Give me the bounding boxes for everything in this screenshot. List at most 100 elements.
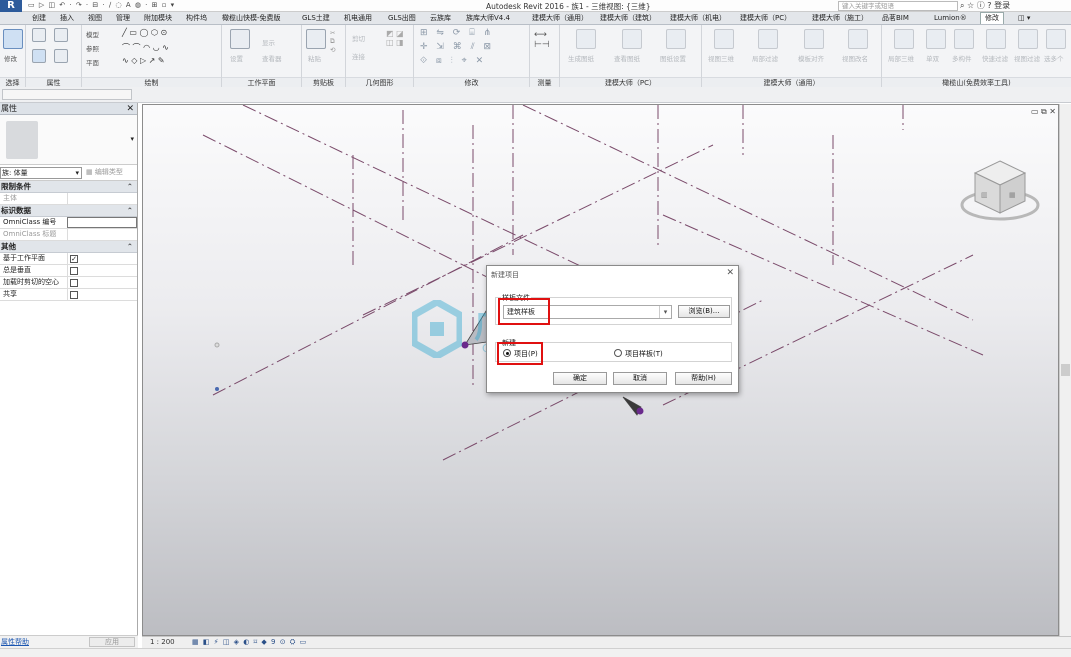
omniclass-number-field[interactable] bbox=[67, 217, 137, 228]
revit-logo-icon[interactable]: R bbox=[0, 0, 22, 12]
tab-manage[interactable]: 管理 bbox=[116, 13, 130, 24]
tab-modeling-construction[interactable]: 建模大师（施工） bbox=[812, 13, 868, 24]
modify-cursor-icon[interactable] bbox=[3, 29, 23, 49]
login-link[interactable]: 登录 bbox=[994, 1, 1010, 10]
tab-cloud-family[interactable]: 云族库 bbox=[430, 13, 451, 24]
family-types-icon[interactable] bbox=[32, 28, 46, 42]
tab-view[interactable]: 视图 bbox=[88, 13, 102, 24]
always-vertical-checkbox[interactable] bbox=[70, 267, 78, 275]
family-category-icon[interactable] bbox=[54, 28, 68, 42]
view-filter-icon[interactable] bbox=[1018, 29, 1038, 49]
section-constraints[interactable]: 限制条件 ⌃ bbox=[0, 181, 137, 193]
type-selector-preview[interactable]: ▾ bbox=[0, 115, 137, 165]
local-3d-icon[interactable] bbox=[894, 29, 914, 49]
tab-modeling-pc[interactable]: 建模大师（PC） bbox=[740, 13, 791, 24]
drawing-settings-icon[interactable] bbox=[666, 29, 686, 49]
draw-shapes-row2-icon[interactable]: ⌒ ⌒ ◠ ◡ ∿ bbox=[122, 42, 169, 53]
tab-modeling-mep[interactable]: 建模大师（机电） bbox=[670, 13, 726, 24]
panel-gls-tools: 局部三维 单双 多构件 快速过滤 视图过滤 选多个 橄榄山(免费效率工具) bbox=[882, 25, 1071, 87]
view-3d-icon[interactable] bbox=[714, 29, 734, 49]
cancel-button[interactable]: 取消 bbox=[613, 372, 667, 385]
options-combo[interactable] bbox=[2, 89, 132, 100]
view-scale[interactable]: 1 : 200 bbox=[150, 637, 175, 648]
tab-pinming-bim[interactable]: 品茗BIM bbox=[882, 13, 909, 24]
section-title: 其他 bbox=[1, 242, 16, 251]
cut-with-voids-checkbox[interactable] bbox=[70, 279, 78, 287]
measure-icon[interactable]: ⟷ ⊢⊣ bbox=[534, 30, 550, 50]
draw-plane-label[interactable]: 平面 bbox=[86, 57, 99, 67]
vertical-scrollbar[interactable] bbox=[1059, 104, 1071, 636]
chevron-down-icon[interactable]: ▾ bbox=[659, 306, 671, 318]
tab-gls-quick-model[interactable]: 橄榄山快模-免费版 bbox=[222, 13, 281, 24]
set-workplane-icon[interactable] bbox=[230, 29, 250, 49]
draw-shapes-row1-icon[interactable]: ╱ ▭ ◯ ⬡ ⊙ bbox=[122, 28, 167, 37]
modify-tools-row3-icon[interactable]: ⟐ ⧈ ⫶ ⌖ ✕ bbox=[420, 56, 486, 66]
tab-family-master[interactable]: 族库大师V4.4 bbox=[466, 13, 510, 24]
multi-component-icon[interactable] bbox=[954, 29, 974, 49]
close-icon[interactable]: ✕ bbox=[726, 268, 734, 278]
edit-type-button[interactable]: ▦ 编辑类型 bbox=[86, 167, 123, 177]
close-icon[interactable]: ✕ bbox=[126, 103, 134, 115]
generate-drawing-icon[interactable] bbox=[576, 29, 596, 49]
type-properties-icon[interactable] bbox=[54, 49, 68, 63]
quick-filter-icon[interactable] bbox=[986, 29, 1006, 49]
section-other[interactable]: 其他 ⌃ bbox=[0, 241, 137, 253]
view-drawing-icon[interactable] bbox=[622, 29, 642, 49]
project-template-radio[interactable] bbox=[614, 349, 622, 357]
tab-modeling-arch[interactable]: 建模大师（建筑） bbox=[600, 13, 656, 24]
view-control-bar: 1 : 200 ▦ ◧ ⚡ ◫ ◈ ◐ ⌑ ◆ 9 ⊙ ⛭ ▭ bbox=[142, 636, 1071, 648]
select-multiple-icon[interactable] bbox=[1046, 29, 1066, 49]
modify-tools-row1-icon[interactable]: ⊞ ⇋ ⟳ ⌸ ⋔ bbox=[420, 28, 494, 38]
clipboard-small-icons[interactable]: ✂ ⧉ ⟲ bbox=[330, 29, 335, 54]
properties-footer: 属性帮助 应用 bbox=[0, 635, 138, 648]
shared-checkbox[interactable] bbox=[70, 291, 78, 299]
svg-text:▥: ▥ bbox=[981, 191, 988, 199]
scrollbar-thumb[interactable] bbox=[1061, 364, 1070, 376]
search-input[interactable]: 键入关键字或短语 bbox=[838, 1, 958, 11]
property-value[interactable] bbox=[67, 193, 137, 204]
tab-modify[interactable]: 修改 bbox=[980, 12, 1004, 24]
work-plane-based-checkbox[interactable]: ✓ bbox=[70, 255, 78, 263]
properties-help-link[interactable]: 属性帮助 bbox=[1, 637, 29, 647]
single-double-icon[interactable] bbox=[926, 29, 946, 49]
view-control-icons[interactable]: ▦ ◧ ⚡ ◫ ◈ ◐ ⌑ ◆ 9 ⊙ ⛭ ▭ bbox=[192, 637, 307, 648]
section-identity-data[interactable]: 标识数据 ⌃ bbox=[0, 205, 137, 217]
paste-icon[interactable] bbox=[306, 29, 326, 49]
geometry-icons[interactable]: ◩ ◪ ◫ ◨ bbox=[386, 29, 404, 47]
tab-addins[interactable]: 附加模块 bbox=[144, 13, 172, 24]
title-icons[interactable]: ⌕ ☆ ⓘ ? bbox=[960, 1, 992, 10]
project-template-radio-label[interactable]: 项目样板(T) bbox=[625, 349, 663, 359]
template-align-icon[interactable] bbox=[804, 29, 824, 49]
tab-insert[interactable]: 插入 bbox=[60, 13, 74, 24]
browse-button[interactable]: 浏览(B)... bbox=[678, 305, 730, 318]
family-type-select[interactable]: 族: 体量 ▾ bbox=[0, 167, 82, 179]
title-right-tools[interactable]: ⌕ ☆ ⓘ ? 登录 bbox=[960, 0, 1010, 12]
tab-overflow-icon[interactable]: ◫ ▾ bbox=[1018, 13, 1030, 24]
draw-shapes-row3-icon[interactable]: ∿ ◇ ▷ ↗ ✎ bbox=[122, 56, 165, 65]
tab-gls-drawing[interactable]: GLS出图 bbox=[388, 13, 416, 24]
draw-model-label[interactable]: 模型 bbox=[86, 29, 99, 39]
apply-button[interactable]: 应用 bbox=[89, 637, 135, 647]
collapse-icon[interactable]: ⌃ bbox=[127, 241, 133, 253]
properties-icon[interactable] bbox=[32, 49, 46, 63]
ok-button[interactable]: 确定 bbox=[553, 372, 607, 385]
panel-modeling-pc: 生成图纸 查看图纸 图纸设置 建模大师（PC） bbox=[560, 25, 702, 87]
tab-mep-general[interactable]: 机电通用 bbox=[344, 13, 372, 24]
viewcube-icon[interactable]: ▥ ▦ bbox=[955, 153, 1045, 233]
collapse-icon[interactable]: ⌃ bbox=[127, 181, 133, 193]
quick-access-toolbar[interactable]: ▭ ▷ ◫ ↶ · ↷ · ⊟ · ∕ ◌ A ◍ · ⊞ ▫ ▾ bbox=[28, 1, 175, 9]
draw-reference-label[interactable]: 参照 bbox=[86, 43, 99, 53]
collapse-icon[interactable]: ⌃ bbox=[127, 205, 133, 217]
view-rename-icon[interactable] bbox=[848, 29, 868, 49]
tab-gls-civil[interactable]: GLS土建 bbox=[302, 13, 330, 24]
tab-modeling-general[interactable]: 建模大师（通用） bbox=[532, 13, 588, 24]
tab-lumion[interactable]: Lumion® bbox=[934, 13, 967, 24]
tab-component-dock[interactable]: 构件坞 bbox=[186, 13, 207, 24]
tab-create[interactable]: 创建 bbox=[32, 13, 46, 24]
modify-tools-row2-icon[interactable]: ✛ ⇲ ⌘ ⫽ ⊠ bbox=[420, 42, 494, 52]
viewport-window-controls[interactable]: ▭ ⧉ ✕ bbox=[1031, 107, 1056, 117]
help-button[interactable]: 帮助(H) bbox=[675, 372, 732, 385]
chevron-down-icon[interactable]: ▾ bbox=[130, 135, 134, 143]
local-filter-icon[interactable] bbox=[758, 29, 778, 49]
options-bar bbox=[0, 87, 1071, 103]
